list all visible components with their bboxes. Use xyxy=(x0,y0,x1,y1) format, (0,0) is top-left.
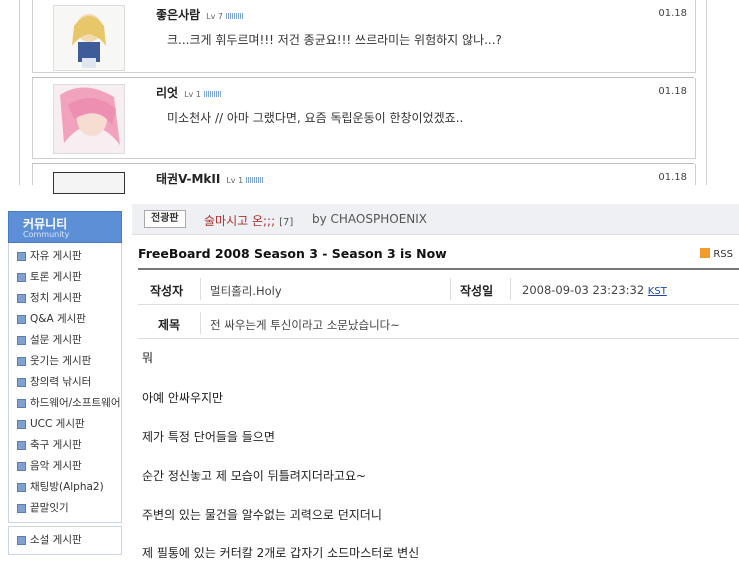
sidebar-item-funny[interactable]: 웃기는 게시판 xyxy=(9,351,121,372)
sidebar-item-free[interactable]: 자유 게시판 xyxy=(9,246,121,267)
bullet-icon xyxy=(17,419,26,429)
sidebar-item-politics[interactable]: 정치 게시판 xyxy=(9,288,121,309)
sidebar-item-novel[interactable]: 소설 게시판 xyxy=(9,530,121,551)
comment-author[interactable]: 좋은사람 Lv 7 xyxy=(156,6,244,23)
body-line: 순간 정신놓고 제 모습이 뒤틀려지더라고요~ xyxy=(142,469,367,483)
avatar xyxy=(53,84,125,154)
comment-item: 태권V-MkII Lv 1 01.18 xyxy=(32,164,696,194)
comment-date: 01.18 xyxy=(658,172,687,183)
comment-text: 미소천사 // 아마 그랬다면, 요즘 독립운동이 한창이었겠죠.. xyxy=(167,111,464,125)
subject-label: 제목 xyxy=(158,318,181,332)
divider xyxy=(138,268,739,270)
date-label: 작성일 xyxy=(460,284,494,298)
sidebar-item-ucc[interactable]: UCC 게시판 xyxy=(9,414,121,435)
level-bar xyxy=(246,176,265,183)
sidebar-item-debate[interactable]: 토론 게시판 xyxy=(9,267,121,288)
comment-text: 크...크게 휘두르며!!! 저건 종균요!!! 쓰르라미는 위험하지 않나..… xyxy=(167,33,502,47)
sidebar-header: 커뮤니티 Community xyxy=(8,211,122,243)
sidebar-item-creative[interactable]: 창의력 낚시터 xyxy=(9,372,121,393)
sidebar-item-chat[interactable]: 채팅방(Alpha2) xyxy=(9,477,121,498)
divider xyxy=(200,278,201,300)
sidebar-item-hw-sw[interactable]: 하드웨어/소프트웨어 xyxy=(9,393,121,414)
comment-item: 리엇 Lv 1 01.18 미소천사 // 아마 그랬다면, 요즘 독립운동이 한… xyxy=(32,78,696,159)
post-subject: 전 싸우는게 투신이라고 소문났습니다~ xyxy=(210,318,400,332)
post-byline: by CHAOSPHOENIX xyxy=(312,212,428,226)
bullet-icon xyxy=(17,272,26,282)
post-meta: 작성자 멀티홀리.Holy 작성일 2008-09-03 23:23:32 KS… xyxy=(138,274,739,340)
sidebar-item-music[interactable]: 음악 게시판 xyxy=(9,456,121,477)
body-line: 뭐 xyxy=(142,351,154,365)
sidebar-menu: 자유 게시판 토론 게시판 정치 게시판 Q&A 게시판 설문 게시판 웃기는 … xyxy=(8,243,122,523)
bullet-icon xyxy=(17,461,26,471)
bullet-icon xyxy=(17,482,26,492)
comment-date: 01.18 xyxy=(658,8,687,19)
comment-item: 좋은사람 Lv 7 01.18 크...크게 휘두르며!!! 저건 종균요!!! … xyxy=(32,0,696,73)
bullet-icon xyxy=(17,356,26,366)
level-label: Lv 1 xyxy=(226,176,244,185)
author-label: 작성자 xyxy=(150,284,184,298)
level-label: Lv 1 xyxy=(184,90,201,99)
comment-count: [7] xyxy=(279,217,294,228)
board-title[interactable]: FreeBoard 2008 Season 3 - Season 3 is No… xyxy=(138,246,447,261)
post-header-bar: 전광판 술마시고 온;;; [7] by CHAOSPHOENIX xyxy=(132,204,739,235)
divider xyxy=(450,278,451,300)
bullet-icon xyxy=(17,293,26,303)
body-line: 주변의 있는 물건을 알수없는 괴력으로 던지더니 xyxy=(142,508,382,522)
avatar xyxy=(53,5,125,71)
post-view: 전광판 술마시고 온;;; [7] by CHAOSPHOENIX FreeBoa… xyxy=(132,204,739,561)
level-label: Lv 7 xyxy=(206,12,223,21)
bullet-icon xyxy=(17,251,26,261)
bullet-icon xyxy=(17,377,26,387)
body-line: 제 필통에 있는 커터칼 2개로 갑자기 소드마스터로 변신 xyxy=(142,546,420,560)
divider xyxy=(200,312,201,334)
bullet-icon xyxy=(17,535,26,545)
bullet-icon xyxy=(17,440,26,450)
rss-icon xyxy=(700,248,711,258)
divider xyxy=(510,278,511,300)
level-bar xyxy=(226,12,244,19)
sidebar-item-wordchain[interactable]: 끝말잇기 xyxy=(9,498,121,519)
timezone-link[interactable]: KST xyxy=(648,286,667,297)
category-badge[interactable]: 전광판 xyxy=(144,210,186,228)
sidebar: 커뮤니티 Community 자유 게시판 토론 게시판 정치 게시판 Q&A … xyxy=(8,211,122,561)
body-line: 제가 특정 단어들을 들으면 xyxy=(142,430,275,444)
post-title[interactable]: 술마시고 온;;; [7] xyxy=(204,212,293,229)
sidebar-item-qa[interactable]: Q&A 게시판 xyxy=(9,309,121,330)
post-date: 2008-09-03 23:23:32 KST xyxy=(522,283,667,297)
avatar xyxy=(53,172,125,194)
sidebar-item-survey[interactable]: 설문 게시판 xyxy=(9,330,121,351)
bullet-icon xyxy=(17,335,26,345)
bullet-icon xyxy=(17,503,26,513)
sidebar-menu-2: 소설 게시판 xyxy=(8,526,122,555)
comment-date: 01.18 xyxy=(658,86,687,97)
body-line: 아예 안싸우지만 xyxy=(142,391,224,405)
meta-row: 작성자 멀티홀리.Holy 작성일 2008-09-03 23:23:32 KS… xyxy=(138,274,739,305)
comment-section: 좋은사람 Lv 7 01.18 크...크게 휘두르며!!! 저건 종균요!!! … xyxy=(0,0,739,194)
board-line: FreeBoard 2008 Season 3 - Season 3 is No… xyxy=(138,246,733,266)
bullet-icon xyxy=(17,314,26,324)
level-bar xyxy=(203,90,222,97)
rss-link[interactable]: RSS xyxy=(700,248,733,260)
sidebar-item-soccer[interactable]: 축구 게시판 xyxy=(9,435,121,456)
sidebar-subtitle: Community xyxy=(23,230,70,239)
author-name[interactable]: 멀티홀리.Holy xyxy=(210,283,282,299)
meta-row: 제목 전 싸우는게 투신이라고 소문났습니다~ xyxy=(138,308,739,339)
comment-author[interactable]: 태권V-MkII Lv 1 xyxy=(156,170,265,187)
bullet-icon xyxy=(17,398,26,408)
comment-author[interactable]: 리엇 Lv 1 xyxy=(156,84,222,101)
